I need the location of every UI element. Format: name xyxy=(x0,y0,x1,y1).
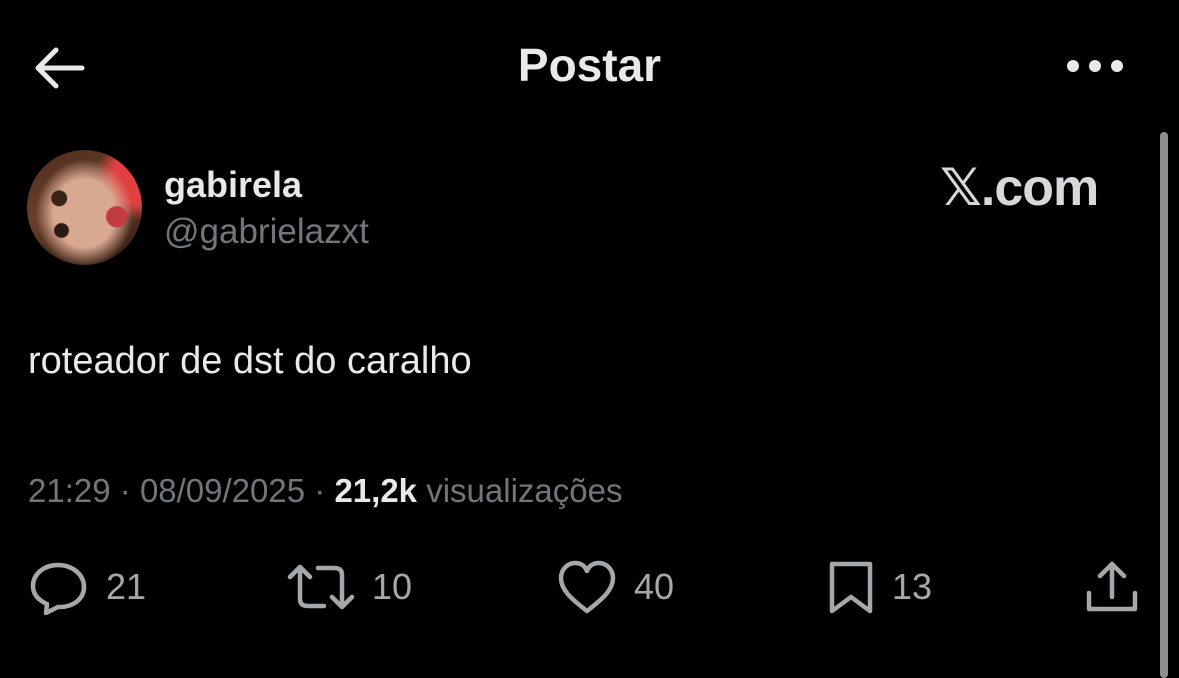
post-metadata: 21:29 · 08/09/2025 · 21,2k visualizações xyxy=(28,472,622,510)
more-options-button[interactable] xyxy=(1060,48,1130,84)
share-icon xyxy=(1086,561,1138,612)
top-bar: Postar xyxy=(0,0,1179,134)
x-com-watermark: 𝕏.com xyxy=(940,159,1099,217)
meta-separator: · xyxy=(314,472,326,509)
views-label: visualizações xyxy=(426,472,623,509)
views-count: 21,2k xyxy=(334,472,418,509)
heart-icon xyxy=(558,560,616,614)
repost-button[interactable]: 10 xyxy=(286,556,412,618)
page-title: Postar xyxy=(517,39,662,91)
repost-icon xyxy=(287,564,355,610)
post-date[interactable]: 08/09/2025 xyxy=(140,472,305,509)
reply-icon xyxy=(30,562,87,615)
author-display-name[interactable]: gabirela xyxy=(164,164,302,206)
reply-button[interactable]: 21 xyxy=(28,556,146,618)
bookmark-count: 13 xyxy=(892,566,933,607)
avatar[interactable] xyxy=(27,150,142,265)
reply-count: 21 xyxy=(106,566,147,607)
post-time[interactable]: 21:29 xyxy=(28,472,111,509)
share-button[interactable] xyxy=(1084,556,1140,618)
like-count: 40 xyxy=(634,566,675,607)
bookmark-button[interactable]: 13 xyxy=(826,556,932,618)
action-bar: 21 10 40 13 xyxy=(0,556,1179,618)
meta-separator: · xyxy=(119,472,131,509)
author-handle[interactable]: @gabrielazxt xyxy=(164,212,369,252)
bookmark-icon xyxy=(829,561,873,614)
like-button[interactable]: 40 xyxy=(556,556,674,618)
repost-count: 10 xyxy=(372,566,413,607)
more-horizontal-icon xyxy=(1067,60,1123,72)
post-text: roteador de dst do caralho xyxy=(28,340,472,382)
